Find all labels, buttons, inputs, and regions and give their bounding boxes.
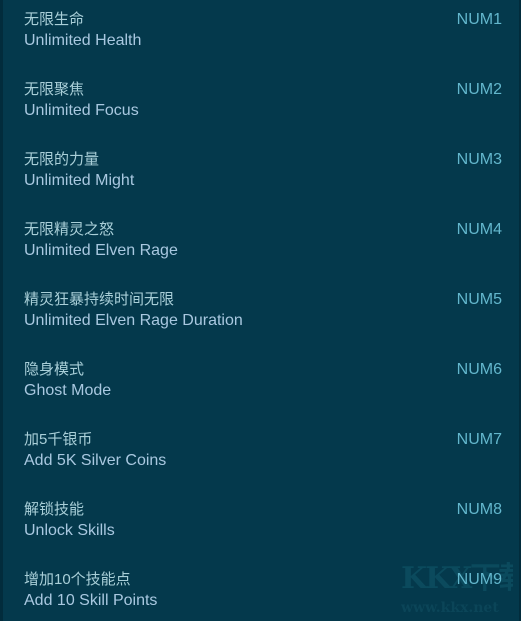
cheat-label-en: Unlock Skills xyxy=(24,522,115,539)
cheat-row-1[interactable]: 无限生命 Unlimited Health NUM1 xyxy=(3,0,519,70)
cheat-hotkey[interactable]: NUM4 xyxy=(457,219,502,240)
trainer-window: KKX下载 www.kkx.net 无限生命 Unlimited Health … xyxy=(0,0,521,621)
cheat-label-en: Add 10 Skill Points xyxy=(24,592,158,609)
cheat-label-cn: 加5千银币 xyxy=(24,431,93,448)
cheat-label-en: Unlimited Health xyxy=(24,32,142,49)
cheat-row-6[interactable]: 隐身模式 Ghost Mode NUM6 xyxy=(3,350,519,420)
cheat-label-cn: 无限聚焦 xyxy=(24,81,85,98)
cheat-labels: 加5千银币 Add 5K Silver Coins xyxy=(24,429,429,471)
cheat-hotkey[interactable]: NUM8 xyxy=(457,499,502,520)
cheat-label-cn: 增加10个技能点 xyxy=(24,571,131,588)
cheat-hotkey[interactable]: NUM2 xyxy=(457,79,502,100)
cheat-row-9[interactable]: 增加10个技能点 Add 10 Skill Points NUM9 xyxy=(3,560,519,621)
cheat-labels: 无限的力量 Unlimited Might xyxy=(24,149,429,191)
cheat-label-en: Ghost Mode xyxy=(24,382,112,399)
cheat-labels: 无限生命 Unlimited Health xyxy=(24,9,429,51)
cheat-labels: 无限精灵之怒 Unlimited Elven Rage xyxy=(24,219,429,261)
cheat-label-en: Add 5K Silver Coins xyxy=(24,452,167,469)
cheat-label-en: Unlimited Focus xyxy=(24,102,139,119)
cheat-row-2[interactable]: 无限聚焦 Unlimited Focus NUM2 xyxy=(3,70,519,140)
cheat-option-list: 无限生命 Unlimited Health NUM1 无限聚焦 Unlimite… xyxy=(3,0,519,621)
cheat-hotkey[interactable]: NUM6 xyxy=(457,359,502,380)
cheat-label-cn: 无限的力量 xyxy=(24,151,100,168)
cheat-label-en: Unlimited Elven Rage Duration xyxy=(24,312,243,329)
cheat-row-4[interactable]: 无限精灵之怒 Unlimited Elven Rage NUM4 xyxy=(3,210,519,280)
cheat-labels: 隐身模式 Ghost Mode xyxy=(24,359,429,401)
cheat-label-cn: 解锁技能 xyxy=(24,501,85,518)
cheat-row-3[interactable]: 无限的力量 Unlimited Might NUM3 xyxy=(3,140,519,210)
cheat-label-en: Unlimited Elven Rage xyxy=(24,242,178,259)
cheat-label-cn: 无限生命 xyxy=(24,11,85,28)
cheat-labels: 精灵狂暴持续时间无限 Unlimited Elven Rage Duration xyxy=(24,289,429,331)
cheat-hotkey[interactable]: NUM5 xyxy=(457,289,502,310)
cheat-hotkey[interactable]: NUM9 xyxy=(457,569,502,590)
cheat-row-7[interactable]: 加5千银币 Add 5K Silver Coins NUM7 xyxy=(3,420,519,490)
cheat-label-cn: 隐身模式 xyxy=(24,361,85,378)
cheat-hotkey[interactable]: NUM1 xyxy=(457,9,502,30)
cheat-labels: 无限聚焦 Unlimited Focus xyxy=(24,79,429,121)
cheat-labels: 解锁技能 Unlock Skills xyxy=(24,499,429,541)
cheat-label-cn: 无限精灵之怒 xyxy=(24,221,115,238)
cheat-labels: 增加10个技能点 Add 10 Skill Points xyxy=(24,569,429,611)
cheat-label-cn: 精灵狂暴持续时间无限 xyxy=(24,291,175,308)
cheat-row-8[interactable]: 解锁技能 Unlock Skills NUM8 xyxy=(3,490,519,560)
cheat-label-en: Unlimited Might xyxy=(24,172,135,189)
cheat-hotkey[interactable]: NUM7 xyxy=(457,429,502,450)
cheat-hotkey[interactable]: NUM3 xyxy=(457,149,502,170)
cheat-row-5[interactable]: 精灵狂暴持续时间无限 Unlimited Elven Rage Duration… xyxy=(3,280,519,350)
